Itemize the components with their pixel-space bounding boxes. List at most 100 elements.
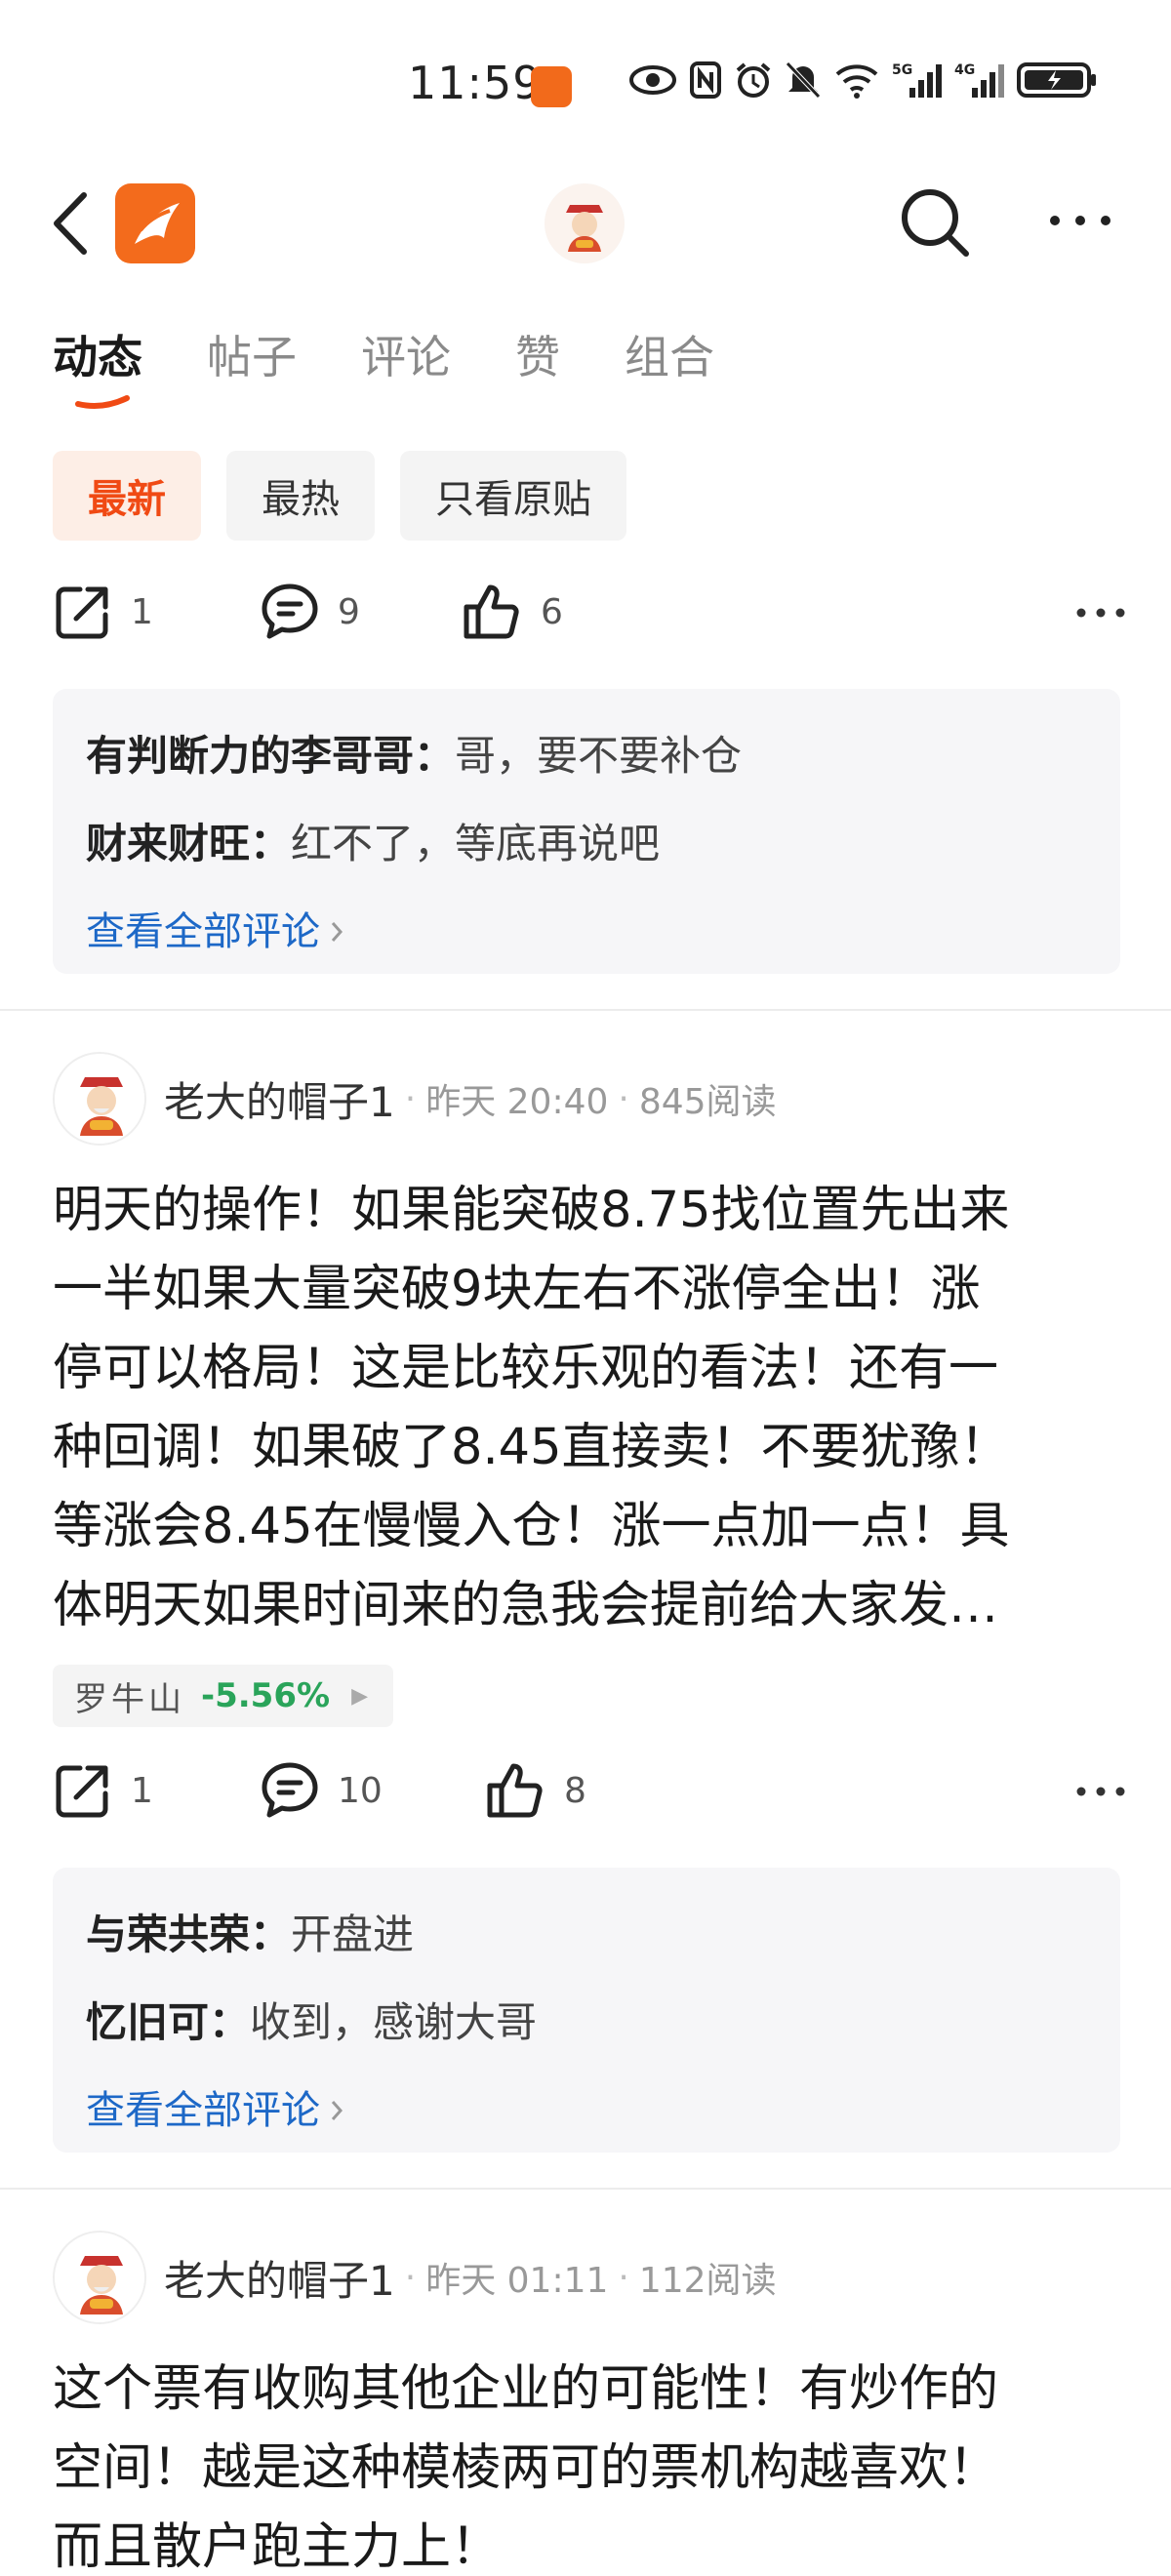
comment-text: 红不了，等底再说吧 bbox=[291, 820, 661, 867]
notification-app-icon bbox=[531, 66, 572, 107]
back-arrow-icon[interactable] bbox=[47, 189, 98, 258]
tab-label: 动态 bbox=[53, 331, 142, 383]
user-avatar[interactable] bbox=[545, 183, 625, 263]
see-all-comments-link[interactable]: 查看全部评论 bbox=[86, 2067, 1087, 2154]
comment-item[interactable]: 财来财旺：红不了，等底再说吧 bbox=[86, 800, 1087, 888]
mute-icon bbox=[786, 61, 821, 99]
post-time: 昨天 01:11 bbox=[425, 2261, 609, 2301]
post-line: 等涨会8.45在慢慢入仓！涨一点加一点！具 bbox=[53, 1498, 1010, 1555]
tab-posts[interactable]: 帖子 bbox=[207, 322, 297, 400]
author-name[interactable]: 老大的帽子1 bbox=[164, 1069, 395, 1129]
comment-preview-box: 与荣共荣：开盘进 忆旧可：收到，感谢大哥 查看全部评论 bbox=[53, 1868, 1120, 2153]
post-line: 这个票有收购其他企业的可能性！有炒作的 bbox=[53, 2360, 999, 2418]
more-icon[interactable] bbox=[1075, 1780, 1126, 1803]
like-icon bbox=[464, 584, 519, 639]
filter-original-only[interactable]: 只看原贴 bbox=[400, 451, 626, 541]
wifi-icon bbox=[835, 64, 878, 99]
post-time: 昨天 20:40 bbox=[425, 1082, 609, 1122]
comment-text: 收到，感谢大哥 bbox=[250, 1998, 538, 2046]
post-line: 体明天如果时间来的急我会提前给大家发… bbox=[53, 1577, 999, 1634]
post-header: 老大的帽子1 · 昨天 01:11 · 112阅读 bbox=[53, 2231, 777, 2324]
separator-dot: · bbox=[618, 2257, 629, 2298]
comment-text: 哥，要不要补仓 bbox=[455, 732, 743, 780]
nfc-icon bbox=[690, 61, 721, 99]
svg-text:4G: 4G bbox=[954, 62, 975, 78]
see-all-label: 查看全部评论 bbox=[86, 909, 320, 954]
avatar[interactable] bbox=[53, 1052, 146, 1146]
comment-author[interactable]: 忆旧可 bbox=[86, 1998, 209, 2046]
comment-icon bbox=[262, 1762, 318, 1818]
post-line: 停可以格局！这是比较乐观的看法！还有一 bbox=[53, 1340, 999, 1397]
post-content[interactable]: 这个票有收购其他企业的可能性！有炒作的 空间！越是这种模棱两可的票机构越喜欢！ … bbox=[53, 2350, 1126, 2576]
tab-likes[interactable]: 赞 bbox=[515, 322, 560, 400]
see-all-comments-link[interactable]: 查看全部评论 bbox=[86, 888, 1087, 976]
share-button[interactable]: 1 bbox=[53, 582, 153, 642]
comment-button[interactable]: 9 bbox=[260, 582, 360, 642]
share-count: 1 bbox=[131, 1770, 153, 1811]
author-name[interactable]: 老大的帽子1 bbox=[164, 2248, 395, 2308]
comment-author[interactable]: 与荣共荣 bbox=[86, 1911, 250, 1958]
see-all-label: 查看全部评论 bbox=[86, 2088, 320, 2133]
separator-dot: · bbox=[404, 1078, 417, 1119]
top-nav bbox=[0, 174, 1171, 271]
share-icon bbox=[56, 1765, 108, 1818]
comment-item[interactable]: 忆旧可：收到，感谢大哥 bbox=[86, 1979, 1087, 2067]
profile-tabs: 动态 帖子 评论 赞 组合 bbox=[53, 322, 779, 409]
tab-portfolio[interactable]: 组合 bbox=[625, 322, 714, 400]
post-content[interactable]: 明天的操作！如果能突破8.75找位置先出来 一半如果大量突破9块左右不涨停全出！… bbox=[53, 1171, 1126, 1645]
post-actions: 1 9 6 bbox=[53, 582, 1126, 660]
comment-author[interactable]: 财来财旺 bbox=[86, 820, 250, 867]
comment-item[interactable]: 与荣共荣：开盘进 bbox=[86, 1891, 1087, 1979]
svg-text:5G: 5G bbox=[892, 62, 912, 78]
chevron-right-icon bbox=[331, 922, 343, 942]
tab-comments[interactable]: 评论 bbox=[361, 322, 451, 400]
eye-icon bbox=[629, 65, 676, 95]
search-icon[interactable] bbox=[898, 185, 972, 260]
post-line: 而且散户跑主力上！ bbox=[53, 2518, 502, 2576]
tab-dynamics[interactable]: 动态 bbox=[53, 322, 142, 409]
divider bbox=[0, 2188, 1171, 2190]
like-button[interactable]: 8 bbox=[484, 1760, 586, 1821]
like-count: 8 bbox=[564, 1770, 586, 1811]
tab-active-indicator bbox=[75, 395, 130, 409]
filter-latest[interactable]: 最新 bbox=[53, 451, 201, 541]
status-bar: 11:59 5G 4G bbox=[0, 0, 1171, 171]
comment-button[interactable]: 10 bbox=[260, 1760, 383, 1821]
comment-author[interactable]: 有判断力的李哥哥 bbox=[86, 732, 414, 780]
post-header: 老大的帽子1 · 昨天 20:40 · 845阅读 bbox=[53, 1052, 777, 1146]
stock-change: -5.56% bbox=[201, 1676, 331, 1715]
like-icon bbox=[487, 1763, 543, 1818]
avatar[interactable] bbox=[53, 2231, 146, 2324]
play-arrow-icon: ▶ bbox=[351, 1683, 372, 1709]
comment-text: 开盘进 bbox=[291, 1911, 415, 1958]
battery-icon bbox=[1017, 62, 1096, 98]
comment-preview-box: 有判断力的李哥哥：哥，要不要补仓 财来财旺：红不了，等底再说吧 查看全部评论 bbox=[53, 689, 1120, 974]
like-button[interactable]: 6 bbox=[461, 582, 563, 642]
share-button[interactable]: 1 bbox=[53, 1760, 153, 1821]
more-icon[interactable] bbox=[1075, 601, 1126, 624]
status-time: 11:59 bbox=[408, 57, 543, 109]
like-count: 6 bbox=[541, 591, 563, 632]
filter-hot[interactable]: 最热 bbox=[226, 451, 375, 541]
comment-item[interactable]: 有判断力的李哥哥：哥，要不要补仓 bbox=[86, 712, 1087, 800]
alarm-icon bbox=[736, 62, 771, 98]
post-line: 种回调！如果破了8.45直接卖！不要犹豫！ bbox=[53, 1419, 1010, 1476]
comment-count: 10 bbox=[338, 1770, 383, 1811]
signal-4g-icon: 4G bbox=[954, 62, 1004, 98]
stock-tag[interactable]: 罗牛山 -5.56% ▶ bbox=[53, 1665, 393, 1727]
comment-icon bbox=[262, 584, 318, 639]
signal-5g-icon: 5G bbox=[892, 62, 942, 98]
status-icons: 5G 4G bbox=[628, 60, 1097, 100]
app-logo-icon[interactable] bbox=[115, 183, 195, 263]
comment-count: 9 bbox=[338, 591, 360, 632]
more-icon[interactable] bbox=[1046, 201, 1114, 240]
chevron-right-icon bbox=[331, 2101, 343, 2120]
post-line: 一半如果大量突破9块左右不涨停全出！涨 bbox=[53, 1261, 981, 1318]
divider bbox=[0, 1009, 1171, 1011]
filter-chips: 最新 最热 只看原贴 bbox=[53, 451, 626, 541]
stock-name: 罗牛山 bbox=[74, 1679, 185, 1719]
post-line: 空间！越是这种模棱两可的票机构越喜欢！ bbox=[53, 2439, 999, 2497]
share-icon bbox=[56, 586, 108, 639]
separator-dot: · bbox=[618, 1078, 629, 1119]
post-actions: 1 10 8 bbox=[53, 1760, 1126, 1838]
